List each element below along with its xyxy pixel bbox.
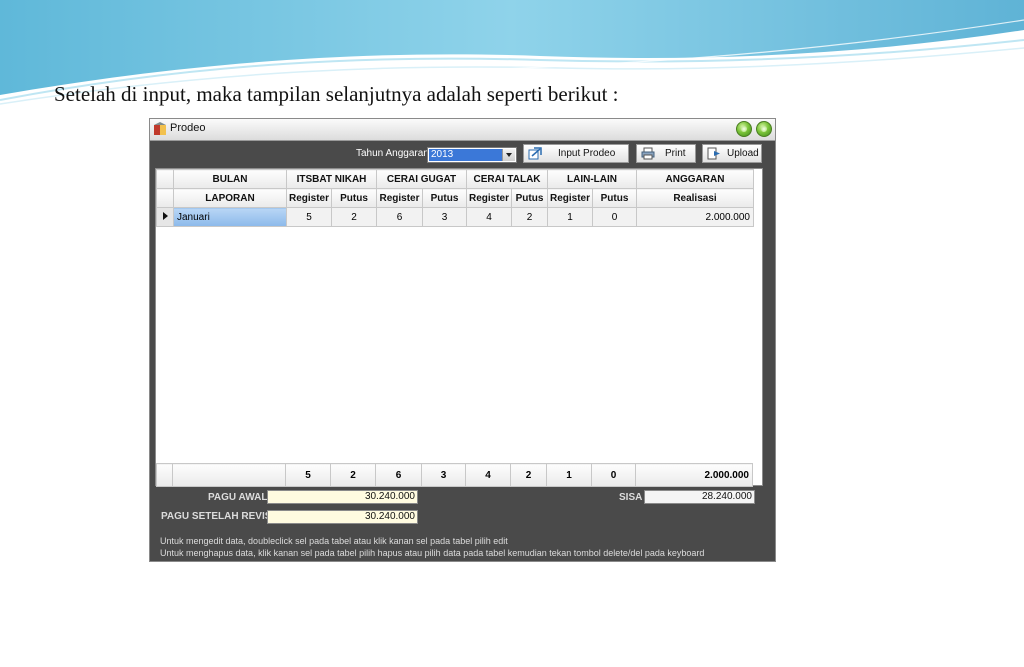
chevron-down-icon[interactable] xyxy=(502,149,515,161)
header-lain-register[interactable]: Register xyxy=(547,188,593,208)
input-prodeo-button[interactable]: Input Prodeo xyxy=(523,144,629,163)
header-gugat-register[interactable]: Register xyxy=(376,188,423,208)
totals-row: 5 2 6 3 4 2 1 0 2.000.000 xyxy=(156,463,753,487)
cell-bulan[interactable]: Januari xyxy=(173,207,287,227)
header-lain-putus[interactable]: Putus xyxy=(592,188,637,208)
minimize-icon[interactable] xyxy=(736,121,752,137)
header-cerai-gugat[interactable]: CERAI GUGAT xyxy=(376,169,467,189)
total-itsbat-register: 5 xyxy=(285,463,331,487)
header-talak-register[interactable]: Register xyxy=(466,188,512,208)
totals-corner xyxy=(156,463,173,487)
cell-talak-putus[interactable]: 2 xyxy=(511,207,548,227)
corner-cell xyxy=(156,188,174,208)
prodeo-window: Prodeo Tahun Anggaran 2013 Input Prodeo … xyxy=(149,118,776,562)
total-talak-register: 4 xyxy=(465,463,511,487)
row-pointer-icon xyxy=(162,211,168,220)
tahun-anggaran-label: Tahun Anggaran xyxy=(356,148,429,159)
header-talak-putus[interactable]: Putus xyxy=(511,188,548,208)
sub-header-row: LAPORAN Register Putus Register Putus Re… xyxy=(156,188,754,208)
group-header-row: BULAN ITSBAT NIKAH CERAI GUGAT CERAI TAL… xyxy=(156,169,754,189)
total-gugat-register: 6 xyxy=(375,463,422,487)
corner-cell xyxy=(156,169,174,189)
header-cerai-talak[interactable]: CERAI TALAK xyxy=(466,169,548,189)
cell-talak-register[interactable]: 4 xyxy=(466,207,512,227)
cell-lain-putus[interactable]: 0 xyxy=(592,207,637,227)
total-lain-register: 1 xyxy=(546,463,592,487)
header-gugat-putus[interactable]: Putus xyxy=(422,188,467,208)
prodeo-data-grid[interactable]: BULAN ITSBAT NIKAH CERAI GUGAT CERAI TAL… xyxy=(155,168,763,487)
total-gugat-putus: 3 xyxy=(421,463,466,487)
cell-itsbat-register[interactable]: 5 xyxy=(286,207,332,227)
input-icon xyxy=(528,147,542,160)
pagu-awal-field[interactable]: 30.240.000 xyxy=(267,490,418,504)
totals-label-cell xyxy=(172,463,286,487)
sisa-label: SISA xyxy=(619,492,643,503)
cell-lain-register[interactable]: 1 xyxy=(547,207,593,227)
total-realisasi: 2.000.000 xyxy=(635,463,753,487)
delete-instruction: Untuk menghapus data, klik kanan sel pad… xyxy=(160,548,705,558)
pagu-revisi-label: PAGU SETELAH REVISI xyxy=(161,511,275,522)
total-lain-putus: 0 xyxy=(591,463,636,487)
header-itsbat-putus[interactable]: Putus xyxy=(331,188,377,208)
printer-icon xyxy=(641,147,655,160)
upload-icon xyxy=(707,147,720,160)
pagu-awal-label: PAGU AWAL xyxy=(208,492,268,503)
pagu-revisi-field[interactable]: 30.240.000 xyxy=(267,510,418,524)
window-title: Prodeo xyxy=(170,122,206,134)
edit-instruction: Untuk mengedit data, doubleclick sel pad… xyxy=(160,536,508,546)
header-laporan[interactable]: LAPORAN xyxy=(173,188,287,208)
header-anggaran[interactable]: ANGGARAN xyxy=(636,169,754,189)
window-titlebar[interactable]: Prodeo xyxy=(150,119,775,141)
sisa-field: 28.240.000 xyxy=(644,490,755,504)
cell-itsbat-putus[interactable]: 2 xyxy=(331,207,377,227)
print-label: Print xyxy=(665,148,686,159)
upload-label: Upload xyxy=(727,148,759,159)
cell-gugat-register[interactable]: 6 xyxy=(376,207,423,227)
header-realisasi[interactable]: Realisasi xyxy=(636,188,754,208)
header-bulan[interactable]: BULAN xyxy=(173,169,287,189)
input-prodeo-label: Input Prodeo xyxy=(558,148,616,159)
table-row[interactable]: Januari 5 2 6 3 4 2 1 0 2.000.000 xyxy=(156,207,754,227)
tahun-anggaran-value: 2013 xyxy=(429,149,502,161)
totals-row-table: 5 2 6 3 4 2 1 0 2.000.000 xyxy=(156,463,753,487)
total-itsbat-putus: 2 xyxy=(330,463,376,487)
tahun-anggaran-select[interactable]: 2013 xyxy=(427,147,517,163)
cell-realisasi[interactable]: 2.000.000 xyxy=(636,207,754,227)
prodeo-app-icon xyxy=(154,122,166,135)
prodeo-table: BULAN ITSBAT NIKAH CERAI GUGAT CERAI TAL… xyxy=(156,169,754,227)
slide-caption: Setelah di input, maka tampilan selanjut… xyxy=(54,82,619,106)
header-itsbat-nikah[interactable]: ITSBAT NIKAH xyxy=(286,169,377,189)
total-talak-putus: 2 xyxy=(510,463,547,487)
header-lain-lain[interactable]: LAIN-LAIN xyxy=(547,169,637,189)
header-itsbat-register[interactable]: Register xyxy=(286,188,332,208)
print-button[interactable]: Print xyxy=(636,144,696,163)
row-selector[interactable] xyxy=(156,207,174,227)
cell-gugat-putus[interactable]: 3 xyxy=(422,207,467,227)
close-icon[interactable] xyxy=(756,121,772,137)
upload-button[interactable]: Upload xyxy=(702,144,762,163)
